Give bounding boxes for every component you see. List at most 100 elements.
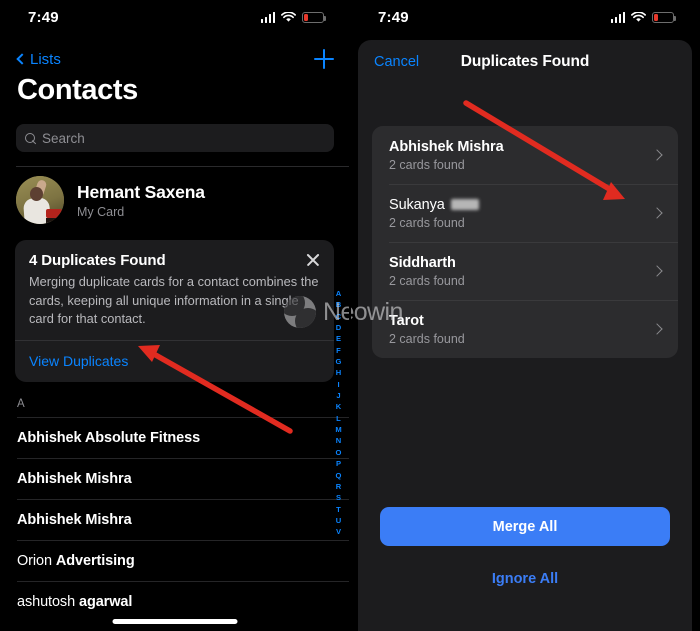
battery-low-icon [302,11,327,23]
redaction-block [450,199,479,210]
duplicate-contact-name: Siddharth [389,254,456,271]
index-letter[interactable]: K [336,401,341,412]
index-letter[interactable]: I [337,379,339,390]
ignore-all-button[interactable]: Ignore All [380,566,670,592]
merge-all-button[interactable]: Merge All [380,507,670,546]
duplicate-card-count: 2 cards found [389,215,465,230]
duplicate-groups-list: Abhishek Mishra 2 cards found Sukanya 2 car… [372,126,678,358]
index-letter[interactable]: D [336,322,341,333]
contacts-list: Abhishek Absolute Fitness Abhishek Mishra… [0,417,350,622]
index-letter[interactable]: L [336,413,341,424]
contact-name: Abhishek Mishra [17,511,132,528]
index-letter[interactable]: T [336,504,341,515]
index-letter[interactable]: S [336,492,341,503]
index-letter[interactable]: F [336,345,341,356]
chevron-right-icon [651,207,663,219]
status-time: 7:49 [378,8,409,26]
index-letter[interactable]: O [336,447,342,458]
alphabet-index[interactable]: ABCDEFGHIJKLMNOPQRSTUV [333,288,344,538]
back-to-lists-button[interactable]: Lists [16,51,61,68]
index-letter[interactable]: B [336,299,341,310]
duplicates-banner-title: 4 Duplicates Found [29,252,166,269]
index-letter[interactable]: V [336,526,341,537]
sheet-navigation-bar: Cancel Duplicates Found [358,40,692,84]
index-letter[interactable]: J [336,390,340,401]
chevron-right-icon [651,265,663,277]
contact-name: Abhishek Absolute Fitness [17,429,201,446]
screenshot-root: 7:49 Lists Contacts Search Hemant Saxena… [0,0,700,631]
wifi-icon [631,11,646,22]
add-contact-button[interactable] [314,49,334,69]
index-letter[interactable]: E [336,333,341,344]
cancel-button[interactable]: Cancel [374,54,419,70]
index-letter[interactable]: Q [336,470,342,481]
divider [16,166,350,167]
duplicate-card-count: 2 cards found [389,157,465,172]
contact-row[interactable]: Abhishek Absolute Fitness [0,417,350,458]
cellular-bars-icon [260,11,275,23]
back-button-label: Lists [30,50,61,68]
index-letter[interactable]: H [336,367,341,378]
panel-divider [349,0,351,631]
duplicate-contact-name: Abhishek Mishra [389,138,504,155]
duplicate-group-row[interactable]: Abhishek Mishra 2 cards found [372,126,678,184]
section-header-letter: A [17,398,25,410]
duplicate-group-row[interactable]: Siddharth 2 cards found [372,242,678,300]
my-card-name: Hemant Saxena [77,181,205,202]
left-phone-screen: 7:49 Lists Contacts Search Hemant Saxena… [0,0,350,631]
index-letter[interactable]: R [336,481,341,492]
right-phone-screen: 7:49 Cancel Duplicates Found Abhishek Mi… [350,0,700,631]
contact-row[interactable]: ashutosh agarwal [0,581,350,622]
index-letter[interactable]: U [336,515,341,526]
duplicate-group-row[interactable]: Tarot 2 cards found [372,300,678,358]
close-icon[interactable] [306,253,320,267]
cellular-bars-icon [610,11,625,23]
status-bar: 7:49 [0,0,350,34]
view-duplicates-link[interactable]: View Duplicates [29,341,320,382]
duplicate-row-text: Siddharth 2 cards found [389,255,465,288]
duplicate-row-text: Tarot 2 cards found [389,313,465,346]
index-letter[interactable]: C [336,311,341,322]
merge-all-label: Merge All [492,518,558,535]
duplicate-row-text: Abhishek Mishra 2 cards found [389,139,504,172]
avatar [16,176,64,224]
chevron-left-icon [16,53,28,65]
index-letter[interactable]: N [336,435,341,446]
duplicates-modal-sheet: Cancel Duplicates Found Abhishek Mishra 2… [358,40,692,631]
my-card-row[interactable]: Hemant Saxena My Card [16,173,334,227]
index-letter[interactable]: G [336,356,342,367]
contact-row[interactable]: Orion Advertising [0,540,350,581]
my-card-subtitle: My Card [77,204,125,219]
contact-name: Orion Advertising [17,552,135,569]
index-letter[interactable]: P [336,458,341,469]
battery-low-icon [652,11,677,23]
duplicate-card-count: 2 cards found [389,331,465,346]
navigation-bar: Lists [0,45,350,73]
search-placeholder: Search [42,130,85,146]
index-letter[interactable]: M [335,424,341,435]
ignore-all-label: Ignore All [491,571,559,587]
duplicate-card-count: 2 cards found [389,273,465,288]
my-card-text: Hemant Saxena My Card [77,182,205,219]
contact-row[interactable]: Abhishek Mishra [0,458,350,499]
chevron-right-icon [651,149,663,161]
contact-row[interactable]: Abhishek Mishra [0,499,350,540]
duplicate-row-text: Sukanya 2 cards found [389,197,479,230]
page-title: Contacts [17,74,138,106]
duplicates-banner: 4 Duplicates Found Merging duplicate car… [15,240,334,382]
chevron-right-icon [651,323,663,335]
status-bar: 7:49 [350,0,700,34]
search-input[interactable]: Search [16,124,334,152]
duplicates-banner-header: 4 Duplicates Found [29,252,320,269]
status-time: 7:49 [28,8,59,26]
contact-name: Abhishek Mishra [17,470,132,487]
search-icon [25,132,36,144]
duplicate-contact-name: Sukanya [389,197,479,213]
duplicate-group-row[interactable]: Sukanya 2 cards found [372,184,678,242]
contact-name: ashutosh agarwal [17,593,133,610]
sheet-title: Duplicates Found [460,53,590,70]
duplicates-banner-body: Merging duplicate cards for a contact co… [29,274,319,326]
duplicate-contact-name: Tarot [389,312,424,329]
index-letter[interactable]: A [336,288,341,299]
status-icons [610,11,677,23]
